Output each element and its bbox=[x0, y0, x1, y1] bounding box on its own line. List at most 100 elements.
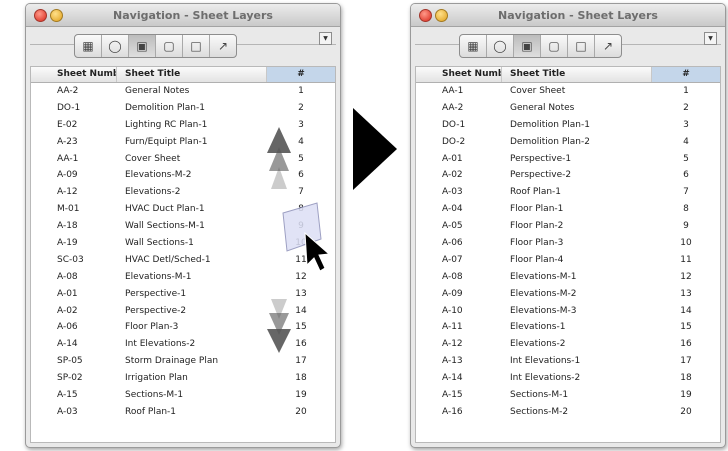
table-row[interactable]: A-14 Int Elevations-2 16 bbox=[31, 336, 335, 353]
minimize-button[interactable] bbox=[50, 9, 63, 22]
database-icon[interactable]: ◯ bbox=[487, 35, 514, 57]
sheet-title-cell: Demolition Plan-1 bbox=[510, 119, 590, 130]
sheet-number-cell: E-02 bbox=[57, 119, 78, 130]
sheet-number-cell: A-15 bbox=[442, 390, 463, 401]
table-row[interactable]: A-16 Sections-M-2 20 bbox=[416, 404, 720, 421]
close-button[interactable] bbox=[419, 9, 432, 22]
order-cell: 13 bbox=[680, 288, 692, 299]
sheet-number-cell: A-12 bbox=[442, 339, 463, 350]
table-row[interactable]: A-09 Elevations-M-2 13 bbox=[416, 286, 720, 303]
document-icon[interactable]: □ bbox=[568, 35, 595, 57]
magic-wand-icon[interactable]: ↗ bbox=[210, 35, 236, 57]
sheet-rows: AA-1 Cover Sheet 1 AA-2 General Notes 2 DO-1 De… bbox=[416, 83, 720, 421]
sheet-title-cell: Elevations-2 bbox=[510, 339, 566, 350]
palette-menu-button[interactable]: ▼ bbox=[319, 32, 332, 45]
sheet-title-cell: Perspective-2 bbox=[510, 170, 572, 181]
column-header-order[interactable]: # bbox=[652, 67, 720, 82]
order-cell: 19 bbox=[680, 390, 692, 401]
sheet-layers-icon[interactable]: ▣ bbox=[129, 35, 156, 57]
table-row[interactable]: DO-1 Demolition Plan-1 3 bbox=[416, 117, 720, 134]
sheet-number-cell: A-09 bbox=[442, 288, 463, 299]
table-row[interactable]: AA-1 Cover Sheet 5 bbox=[31, 151, 335, 168]
table-row[interactable]: AA-2 General Notes 2 bbox=[416, 100, 720, 117]
table-row[interactable]: A-02 Perspective-2 6 bbox=[416, 167, 720, 184]
column-header-order[interactable]: # bbox=[267, 67, 335, 82]
sheet-list: Sheet Number Sheet Title # AA-2 General N… bbox=[30, 66, 336, 443]
sheet-title-cell: Perspective-1 bbox=[125, 288, 187, 299]
order-cell: 14 bbox=[295, 305, 307, 316]
table-row[interactable]: A-05 Floor Plan-2 9 bbox=[416, 218, 720, 235]
table-row[interactable]: A-14 Int Elevations-2 18 bbox=[416, 370, 720, 387]
sheet-title-cell: Roof Plan-1 bbox=[510, 187, 562, 198]
sheet-number-cell: M-01 bbox=[57, 204, 80, 215]
table-row[interactable]: A-18 Wall Sections-M-1 9 bbox=[31, 218, 335, 235]
table-row[interactable]: A-12 Elevations-2 16 bbox=[416, 336, 720, 353]
table-row[interactable]: A-10 Elevations-M-3 14 bbox=[416, 303, 720, 320]
title-bar[interactable]: Navigation - Sheet Layers bbox=[411, 4, 725, 27]
table-row[interactable]: SP-05 Storm Drainage Plan 17 bbox=[31, 353, 335, 370]
sheet-title-cell: General Notes bbox=[510, 102, 575, 113]
minimize-button[interactable] bbox=[435, 9, 448, 22]
column-header-sheet-title[interactable]: Sheet Title bbox=[117, 67, 267, 82]
table-row[interactable]: A-19 Wall Sections-1 10 bbox=[31, 235, 335, 252]
table-row[interactable]: A-02 Perspective-2 14 bbox=[31, 303, 335, 320]
table-row[interactable]: A-01 Perspective-1 5 bbox=[416, 151, 720, 168]
sheet-title-cell: Floor Plan-4 bbox=[510, 254, 564, 265]
table-row[interactable]: A-15 Sections-M-1 19 bbox=[416, 387, 720, 404]
sheet-title-cell: Floor Plan-3 bbox=[510, 238, 564, 249]
sheet-title-cell: Perspective-2 bbox=[125, 305, 187, 316]
table-row[interactable]: A-06 Floor Plan-3 15 bbox=[31, 319, 335, 336]
table-row[interactable]: M-01 HVAC Duct Plan-1 8 bbox=[31, 201, 335, 218]
database-icon[interactable]: ◯ bbox=[102, 35, 129, 57]
order-cell: 6 bbox=[298, 170, 304, 181]
table-row[interactable]: A-23 Furn/Equipt Plan-1 4 bbox=[31, 134, 335, 151]
order-cell: 3 bbox=[683, 119, 689, 130]
sheet-list: Sheet Number Sheet Title # AA-1 Cover She… bbox=[415, 66, 721, 443]
table-row[interactable]: A-11 Elevations-1 15 bbox=[416, 319, 720, 336]
sheet-title-cell: General Notes bbox=[125, 86, 190, 96]
table-row[interactable]: A-15 Sections-M-1 19 bbox=[31, 387, 335, 404]
column-headers: Sheet Number Sheet Title # bbox=[416, 67, 720, 83]
table-row[interactable]: A-03 Roof Plan-1 7 bbox=[416, 184, 720, 201]
magic-wand-icon[interactable]: ↗ bbox=[595, 35, 621, 57]
table-row[interactable]: A-06 Floor Plan-3 10 bbox=[416, 235, 720, 252]
table-row[interactable]: A-12 Elevations-2 7 bbox=[31, 184, 335, 201]
table-row[interactable]: A-09 Elevations-M-2 6 bbox=[31, 167, 335, 184]
column-header-sheet-title[interactable]: Sheet Title bbox=[502, 67, 652, 82]
layers-icon[interactable]: ▦ bbox=[75, 35, 102, 57]
column-header-sheet-number[interactable]: Sheet Number bbox=[31, 67, 117, 82]
sheet-layers-icon[interactable]: ▣ bbox=[514, 35, 541, 57]
sheet-number-cell: AA-2 bbox=[442, 102, 464, 113]
table-row[interactable]: SP-02 Irrigation Plan 18 bbox=[31, 370, 335, 387]
sheet-number-cell: A-13 bbox=[442, 356, 463, 367]
table-row[interactable]: DO-2 Demolition Plan-2 4 bbox=[416, 134, 720, 151]
table-row[interactable]: A-04 Floor Plan-1 8 bbox=[416, 201, 720, 218]
column-header-sheet-number[interactable]: Sheet Number bbox=[416, 67, 502, 82]
viewports-icon[interactable]: ▢ bbox=[541, 35, 568, 57]
sheet-number-cell: DO-1 bbox=[57, 102, 81, 113]
table-row[interactable]: AA-2 General Notes 1 bbox=[31, 83, 335, 100]
sheet-title-cell: Demolition Plan-2 bbox=[510, 136, 590, 147]
sheet-title-cell: Roof Plan-1 bbox=[125, 406, 177, 417]
table-row[interactable]: A-07 Floor Plan-4 11 bbox=[416, 252, 720, 269]
close-button[interactable] bbox=[34, 9, 47, 22]
navigation-palette-after: Navigation - Sheet Layers ▦ ◯ ▣ ▢ □ ↗ ▼ … bbox=[410, 3, 726, 448]
sheet-title-cell: Lighting RC Plan-1 bbox=[125, 119, 208, 130]
table-row[interactable]: A-13 Int Elevations-1 17 bbox=[416, 353, 720, 370]
table-row[interactable]: AA-1 Cover Sheet 1 bbox=[416, 83, 720, 100]
title-bar[interactable]: Navigation - Sheet Layers bbox=[26, 4, 340, 27]
table-row[interactable]: A-01 Perspective-1 13 bbox=[31, 286, 335, 303]
viewports-icon[interactable]: ▢ bbox=[156, 35, 183, 57]
table-row[interactable]: E-02 Lighting RC Plan-1 3 bbox=[31, 117, 335, 134]
window-title: Navigation - Sheet Layers bbox=[113, 9, 273, 22]
palette-menu-button[interactable]: ▼ bbox=[704, 32, 717, 45]
document-icon[interactable]: □ bbox=[183, 35, 210, 57]
layers-icon[interactable]: ▦ bbox=[460, 35, 487, 57]
sheet-number-cell: AA-2 bbox=[57, 86, 79, 96]
mode-toolbar: ▦ ◯ ▣ ▢ □ ↗ bbox=[459, 34, 622, 58]
table-row[interactable]: A-08 Elevations-M-1 12 bbox=[31, 269, 335, 286]
table-row[interactable]: A-03 Roof Plan-1 20 bbox=[31, 404, 335, 421]
table-row[interactable]: DO-1 Demolition Plan-1 2 bbox=[31, 100, 335, 117]
table-row[interactable]: A-08 Elevations-M-1 12 bbox=[416, 269, 720, 286]
table-row[interactable]: SC-03 HVAC Detl/Sched-1 11 bbox=[31, 252, 335, 269]
